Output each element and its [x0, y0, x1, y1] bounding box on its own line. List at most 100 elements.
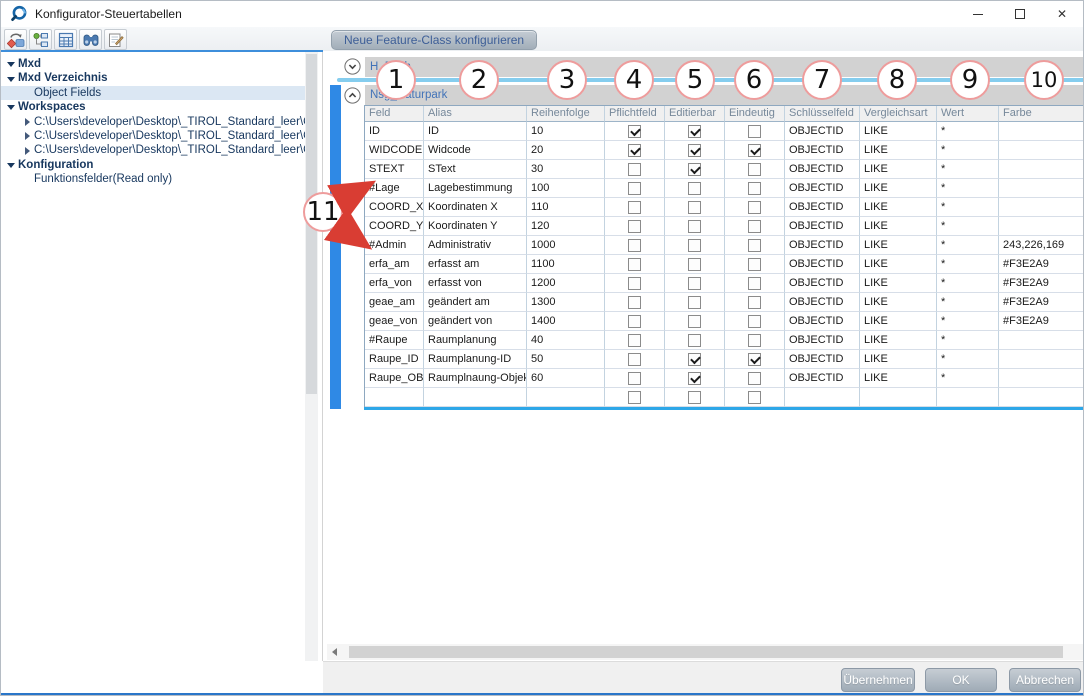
pflichtfeld-cell[interactable]	[605, 388, 665, 407]
tree-item-mxd-verzeichnis[interactable]: Mxd Verzeichnis	[1, 71, 305, 85]
feld-cell[interactable]: STEXT	[365, 160, 424, 179]
eindeutig-cell[interactable]	[725, 331, 785, 350]
farbe-cell[interactable]	[999, 217, 1083, 236]
triangle-expanded-icon[interactable]	[6, 72, 18, 86]
wert-cell[interactable]	[937, 388, 999, 407]
farbe-cell[interactable]	[999, 179, 1083, 198]
wert-cell[interactable]: *	[937, 217, 999, 236]
farbe-cell[interactable]	[999, 160, 1083, 179]
pflichtfeld-cell[interactable]	[605, 198, 665, 217]
eindeutig-checkbox[interactable]	[748, 334, 761, 347]
column-header-schluesselfeld[interactable]: Schlüsselfeld	[785, 106, 860, 122]
eindeutig-cell[interactable]	[725, 179, 785, 198]
pflichtfeld-cell[interactable]	[605, 179, 665, 198]
wert-cell[interactable]: *	[937, 331, 999, 350]
vergleichsart-cell[interactable]: LIKE	[860, 160, 937, 179]
table-calculator-button[interactable]	[54, 29, 77, 50]
alias-cell[interactable]: erfasst am	[424, 255, 527, 274]
pflichtfeld-cell[interactable]	[605, 160, 665, 179]
tree-item-mxd[interactable]: Mxd	[1, 57, 305, 71]
feld-cell[interactable]: #Admin	[365, 236, 424, 255]
feld-cell[interactable]: geae_von	[365, 312, 424, 331]
eindeutig-checkbox[interactable]	[748, 144, 761, 157]
wert-cell[interactable]: *	[937, 122, 999, 141]
tree-structure-button[interactable]	[29, 29, 52, 50]
eindeutig-checkbox[interactable]	[748, 201, 761, 214]
schluesselfeld-cell[interactable]: OBJECTID	[785, 198, 860, 217]
vergleichsart-cell[interactable]	[860, 388, 937, 407]
alias-cell[interactable]: Koordinaten X	[424, 198, 527, 217]
column-header-vergleichsart[interactable]: Vergleichsart	[860, 106, 937, 122]
feld-cell[interactable]: WIDCODE	[365, 141, 424, 160]
apply-button[interactable]: Übernehmen	[841, 668, 915, 692]
pflichtfeld-cell[interactable]	[605, 255, 665, 274]
farbe-cell[interactable]: #F3E2A9	[999, 255, 1083, 274]
wert-cell[interactable]: *	[937, 198, 999, 217]
farbe-cell[interactable]: #F3E2A9	[999, 312, 1083, 331]
maximize-button[interactable]	[999, 1, 1041, 27]
wert-cell[interactable]: *	[937, 255, 999, 274]
eindeutig-checkbox[interactable]	[748, 372, 761, 385]
schluesselfeld-cell[interactable]: OBJECTID	[785, 369, 860, 388]
feld-cell[interactable]: erfa_am	[365, 255, 424, 274]
schluesselfeld-cell[interactable]: OBJECTID	[785, 312, 860, 331]
farbe-cell[interactable]: 243,226,169	[999, 236, 1083, 255]
pflichtfeld-cell[interactable]	[605, 312, 665, 331]
feld-cell[interactable]: ID	[365, 122, 424, 141]
feld-cell[interactable]	[365, 388, 424, 407]
alias-cell[interactable]: geändert am	[424, 293, 527, 312]
schluesselfeld-cell[interactable]: OBJECTID	[785, 217, 860, 236]
minimize-button[interactable]	[957, 1, 999, 27]
eindeutig-cell[interactable]	[725, 369, 785, 388]
feld-cell[interactable]: COORD_Y	[365, 217, 424, 236]
pflichtfeld-cell[interactable]	[605, 369, 665, 388]
pflichtfeld-checkbox[interactable]	[628, 315, 641, 328]
pflichtfeld-checkbox[interactable]	[628, 125, 641, 138]
reihenfolge-cell[interactable]: 20	[527, 141, 605, 160]
schluesselfeld-cell[interactable]	[785, 388, 860, 407]
vergleichsart-cell[interactable]: LIKE	[860, 236, 937, 255]
column-header-eindeutig[interactable]: Eindeutig	[725, 106, 785, 122]
schluesselfeld-cell[interactable]: OBJECTID	[785, 122, 860, 141]
schluesselfeld-cell[interactable]: OBJECTID	[785, 160, 860, 179]
reihenfolge-cell[interactable]	[527, 388, 605, 407]
editierbar-checkbox[interactable]	[688, 258, 701, 271]
collapse-group-button[interactable]	[344, 58, 361, 75]
search-button[interactable]	[79, 29, 102, 50]
alias-cell[interactable]: ID	[424, 122, 527, 141]
pflichtfeld-cell[interactable]	[605, 274, 665, 293]
editierbar-cell[interactable]	[665, 369, 725, 388]
tree-item-workspaces[interactable]: Workspaces	[1, 100, 305, 114]
alias-cell[interactable]	[424, 388, 527, 407]
feld-cell[interactable]: Raupe_OBJ	[365, 369, 424, 388]
farbe-cell[interactable]	[999, 331, 1083, 350]
editierbar-cell[interactable]	[665, 122, 725, 141]
editierbar-cell[interactable]	[665, 236, 725, 255]
pflichtfeld-checkbox[interactable]	[628, 372, 641, 385]
editierbar-cell[interactable]	[665, 255, 725, 274]
editierbar-checkbox[interactable]	[688, 296, 701, 309]
scrollbar-thumb[interactable]	[349, 646, 1063, 658]
triangle-collapsed-icon[interactable]	[22, 129, 34, 143]
column-header-reihenfolge[interactable]: Reihenfolge	[527, 106, 605, 122]
wert-cell[interactable]: *	[937, 293, 999, 312]
pflichtfeld-checkbox[interactable]	[628, 391, 641, 404]
feld-cell[interactable]: Raupe_ID	[365, 350, 424, 369]
triangle-expanded-icon[interactable]	[6, 158, 18, 172]
eindeutig-checkbox[interactable]	[748, 277, 761, 290]
schluesselfeld-cell[interactable]: OBJECTID	[785, 331, 860, 350]
eindeutig-checkbox[interactable]	[748, 163, 761, 176]
editierbar-cell[interactable]	[665, 179, 725, 198]
vergleichsart-cell[interactable]: LIKE	[860, 179, 937, 198]
farbe-cell[interactable]	[999, 350, 1083, 369]
editierbar-cell[interactable]	[665, 331, 725, 350]
tree-vertical-scrollbar[interactable]	[305, 52, 318, 678]
column-header-farbe[interactable]: Farbe	[999, 106, 1083, 122]
eindeutig-cell[interactable]	[725, 274, 785, 293]
editierbar-checkbox[interactable]	[688, 144, 701, 157]
vergleichsart-cell[interactable]: LIKE	[860, 312, 937, 331]
eindeutig-cell[interactable]	[725, 293, 785, 312]
alias-cell[interactable]: Raumplanung-ID	[424, 350, 527, 369]
triangle-expanded-icon[interactable]	[6, 100, 18, 114]
editierbar-cell[interactable]	[665, 274, 725, 293]
